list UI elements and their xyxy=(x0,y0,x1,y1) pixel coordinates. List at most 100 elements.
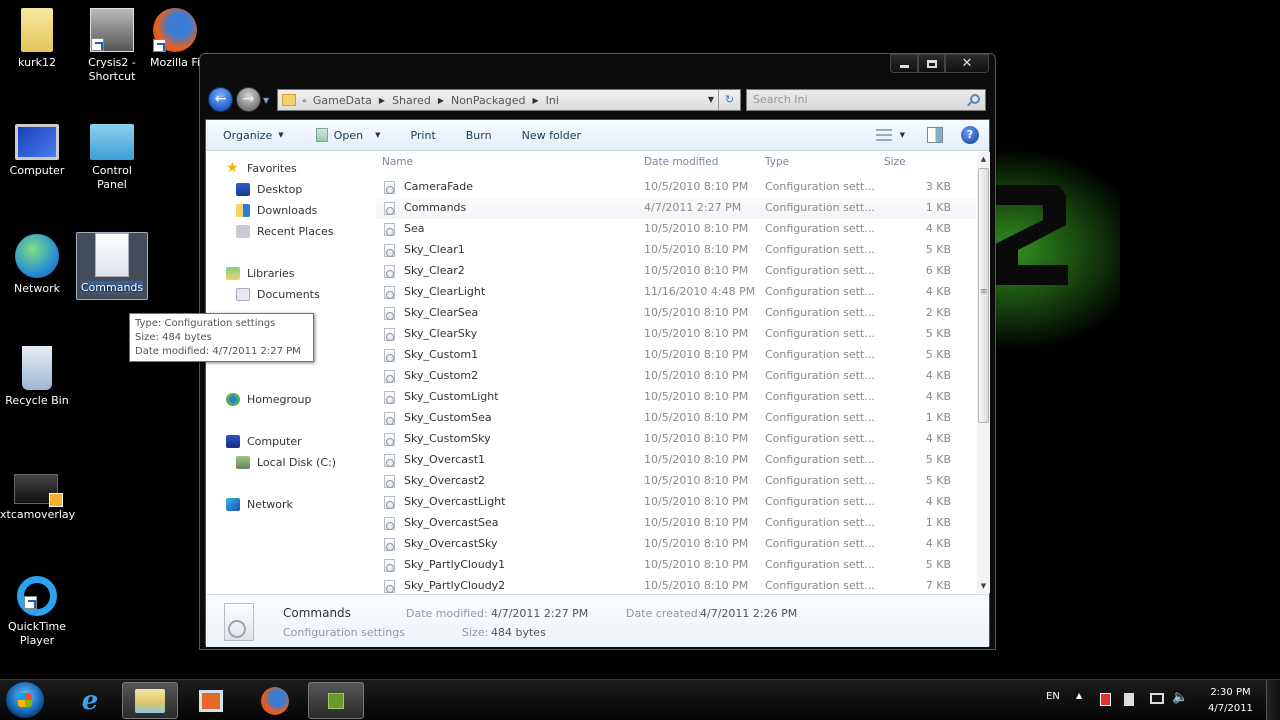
file-size: 4 KB xyxy=(925,369,951,382)
usb-device-icon[interactable] xyxy=(1124,693,1134,706)
show-hidden-icons[interactable]: ▲ xyxy=(1076,691,1082,700)
desktop-icon-control-panel[interactable]: Control Panel xyxy=(76,124,148,192)
change-view-icon[interactable] xyxy=(875,129,892,141)
file-name: Sky_OvercastLight xyxy=(404,495,506,508)
nav-network[interactable]: Network xyxy=(226,498,293,511)
file-row[interactable]: CameraFade 10/5/2010 8:10 PM Configuration… xyxy=(376,177,976,198)
file-row[interactable]: Sky_PartlyCloudy2 10/5/2010 8:10 PM Config… xyxy=(376,576,976,593)
file-date-modified: 10/5/2010 8:10 PM xyxy=(644,453,749,466)
file-row[interactable]: Sky_ClearSky 10/5/2010 8:10 PM Configurati… xyxy=(376,324,976,345)
column-header-size[interactable]: Size xyxy=(884,156,906,168)
scroll-up-icon[interactable]: ▲ xyxy=(977,152,990,166)
desktop-icon-quicktime[interactable]: QuickTime Player xyxy=(1,576,73,648)
file-row[interactable]: Sky_PartlyCloudy1 10/5/2010 8:10 PM Config… xyxy=(376,555,976,576)
print-button[interactable]: Print xyxy=(410,129,435,142)
breadcrumb-separator-icon[interactable]: ▶ xyxy=(379,96,385,105)
start-button[interactable] xyxy=(6,682,44,718)
nav-local-disk[interactable]: Local Disk (C:) xyxy=(236,456,336,469)
column-header-date[interactable]: Date modified xyxy=(644,156,718,168)
breadcrumb-gamedata[interactable]: GameData xyxy=(313,94,372,107)
file-row[interactable]: Sky_ClearLight 11/16/2010 4:48 PM Configur… xyxy=(376,282,976,303)
nav-documents[interactable]: Documents xyxy=(236,288,320,301)
nav-computer[interactable]: Computer xyxy=(226,435,302,448)
file-row[interactable]: Commands 4/7/2011 2:27 PM Configuration se… xyxy=(376,198,976,219)
file-row[interactable]: Sky_Clear2 10/5/2010 8:10 PM Configuration… xyxy=(376,261,976,282)
file-row[interactable]: Sky_Overcast1 10/5/2010 8:10 PM Configurat… xyxy=(376,450,976,471)
forward-arrow-icon: → xyxy=(242,91,255,107)
organize-button[interactable]: Organize ▼ xyxy=(223,129,284,142)
file-row[interactable]: Sky_OvercastSea 10/5/2010 8:10 PM Configur… xyxy=(376,513,976,534)
overflow-chevron-icon[interactable]: « xyxy=(302,96,307,105)
file-size: 4 KB xyxy=(925,432,951,445)
nav-downloads[interactable]: Downloads xyxy=(236,204,317,217)
forward-button[interactable]: → xyxy=(236,87,261,112)
file-row[interactable]: Sky_ClearSea 10/5/2010 8:10 PM Configurati… xyxy=(376,303,976,324)
close-button[interactable]: ✕ xyxy=(945,54,989,73)
vertical-scrollbar[interactable]: ▲ ▼ xyxy=(977,152,990,593)
nav-desktop[interactable]: Desktop xyxy=(236,183,302,196)
file-row[interactable]: Sea 10/5/2010 8:10 PM Configuration sett..… xyxy=(376,219,976,240)
search-box[interactable]: Search Ini xyxy=(746,89,986,111)
column-header-type[interactable]: Type xyxy=(765,156,789,168)
taskbar-ie[interactable]: e xyxy=(62,682,118,719)
breadcrumb-separator-icon[interactable]: ▶ xyxy=(438,96,444,105)
file-row[interactable]: Sky_Clear1 10/5/2010 8:10 PM Configuration… xyxy=(376,240,976,261)
new-folder-button[interactable]: New folder xyxy=(522,129,581,142)
volume-icon[interactable]: 🔈 xyxy=(1172,690,1188,705)
file-row[interactable]: Sky_CustomLight 10/5/2010 8:10 PM Configur… xyxy=(376,387,976,408)
file-row[interactable]: Sky_Custom1 10/5/2010 8:10 PM Configuratio… xyxy=(376,345,976,366)
taskbar-firefox[interactable] xyxy=(247,682,303,719)
nav-homegroup[interactable]: Homegroup xyxy=(226,393,311,406)
search-icon[interactable] xyxy=(970,94,980,104)
config-file-icon xyxy=(95,233,129,277)
language-indicator[interactable]: EN xyxy=(1046,691,1060,702)
help-icon[interactable]: ? xyxy=(961,126,979,144)
file-row[interactable]: Sky_OvercastLight 10/5/2010 8:10 PM Config… xyxy=(376,492,976,513)
column-header-name[interactable]: Name xyxy=(382,156,413,168)
recent-pages-dropdown[interactable]: ▼ xyxy=(263,96,269,105)
show-desktop-button[interactable] xyxy=(1266,680,1280,720)
refresh-button[interactable]: ↻ xyxy=(718,90,740,110)
breadcrumb-nonpackaged[interactable]: NonPackaged xyxy=(451,94,526,107)
preview-pane-icon[interactable] xyxy=(927,127,943,143)
breadcrumb-ini[interactable]: Ini xyxy=(546,94,559,107)
shortcut-arrow-icon xyxy=(24,596,37,609)
file-row[interactable]: Sky_Overcast2 10/5/2010 8:10 PM Configurat… xyxy=(376,471,976,492)
desktop-icon-crysis2[interactable]: Crysis2 - Shortcut xyxy=(76,8,148,84)
desktop-icon-kurk12[interactable]: kurk12 xyxy=(1,8,73,70)
file-date-modified: 10/5/2010 8:10 PM xyxy=(644,537,749,550)
desktop-icon-commands[interactable]: Commands xyxy=(76,232,148,300)
minimize-button[interactable] xyxy=(890,54,918,73)
breadcrumb-separator-icon[interactable]: ▶ xyxy=(532,96,538,105)
file-row[interactable]: Sky_Custom2 10/5/2010 8:10 PM Configuratio… xyxy=(376,366,976,387)
address-dropdown-icon[interactable]: ▼ xyxy=(708,95,714,104)
desktop-icon-network[interactable]: Network xyxy=(1,234,73,296)
address-bar[interactable]: « GameData ▶ Shared ▶ NonPackaged ▶ Ini … xyxy=(277,89,741,111)
taskbar-crysis2[interactable] xyxy=(308,682,364,719)
scroll-down-icon[interactable]: ▼ xyxy=(977,579,990,593)
desktop-icon-firefox[interactable]: Mozilla Firefox xyxy=(150,8,200,70)
desktop-icon-computer[interactable]: Computer xyxy=(1,124,73,178)
burn-button[interactable]: Burn xyxy=(466,129,492,142)
back-button[interactable]: ← xyxy=(208,87,233,112)
file-row[interactable]: Sky_CustomSea 10/5/2010 8:10 PM Configurat… xyxy=(376,408,976,429)
breadcrumb-shared[interactable]: Shared xyxy=(392,94,431,107)
open-button[interactable]: Open ▼ xyxy=(315,128,380,142)
taskbar-explorer[interactable] xyxy=(122,682,178,719)
action-center-flag-icon[interactable] xyxy=(1100,693,1111,706)
file-row[interactable]: Sky_OvercastSky 10/5/2010 8:10 PM Configur… xyxy=(376,534,976,555)
file-date-modified: 10/5/2010 8:10 PM xyxy=(644,180,749,193)
desktop-icon-recycle-bin[interactable]: Recycle Bin xyxy=(1,346,73,408)
scroll-thumb[interactable] xyxy=(978,168,989,423)
nav-recent-places[interactable]: Recent Places xyxy=(236,225,334,238)
view-options-dropdown-icon[interactable]: ▼ xyxy=(900,131,905,139)
file-row[interactable]: Sky_CustomSky 10/5/2010 8:10 PM Configurat… xyxy=(376,429,976,450)
explorer-client-area: Organize ▼ Open ▼ Print Burn New folder ▼ … xyxy=(205,119,990,647)
clock[interactable]: 2:30 PM 4/7/2011 xyxy=(1208,685,1253,717)
maximize-button[interactable] xyxy=(918,54,945,73)
desktop-icon-xtcamoverlay[interactable]: xtcamoverlay xyxy=(0,474,75,522)
taskbar-media-player[interactable] xyxy=(183,682,239,719)
nav-libraries[interactable]: Libraries xyxy=(226,267,295,280)
network-status-icon[interactable] xyxy=(1150,693,1164,704)
nav-favorites[interactable]: ★ Favorites xyxy=(226,161,297,175)
